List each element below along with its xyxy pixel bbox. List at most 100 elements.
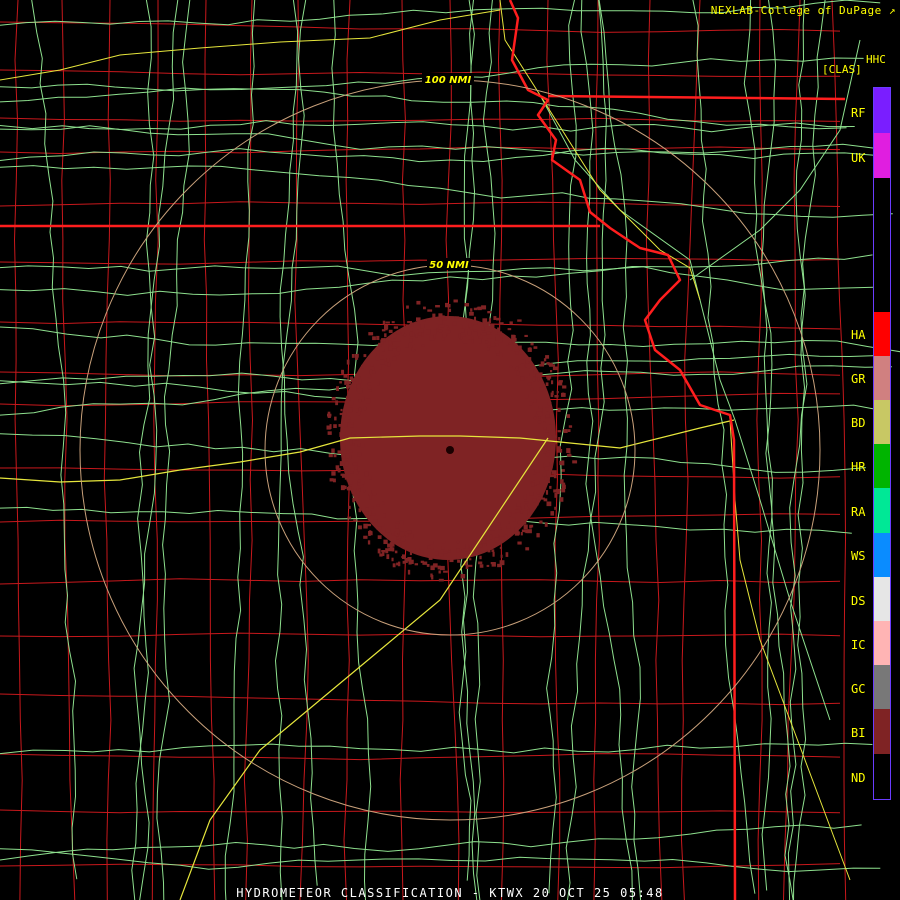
legend-swatch-ds [874,577,890,621]
echo-fragment [433,329,437,335]
echo-fragment [358,410,361,416]
echo-fragment [363,523,368,529]
echo-fragment [552,435,558,439]
echo-fragment [373,519,378,523]
echo-fragment [377,548,381,554]
echo-fragment [462,543,466,549]
echo-fragment [395,521,400,524]
echo-fragment [545,355,550,359]
echo-fragment [552,366,558,371]
echo-fragment [520,511,523,514]
echo-fragment [520,376,525,381]
echo-fragment [408,562,412,565]
echo-fragment [409,551,412,556]
echo-fragment [557,430,561,433]
echo-fragment [550,370,553,373]
echo-fragment [557,449,563,453]
echo-fragment [438,313,443,319]
echo-fragment [350,467,355,472]
echo-fragment [551,470,557,475]
echo-fragment [447,304,451,308]
echo-fragment [438,578,444,582]
echo-fragment [380,359,385,365]
echo-fragment [353,488,357,491]
echo-fragment [381,338,386,342]
echo-fragment [436,323,439,329]
echo-fragment [495,533,499,538]
echo-fragment [538,413,543,417]
echo-fragment [473,307,478,311]
echo-fragment [380,530,386,534]
echo-fragment [427,309,433,312]
echo-fragment [335,400,339,406]
echo-fragment [372,370,376,374]
echo-fragment [388,340,392,345]
echo-fragment [396,347,401,352]
echo-fragment [507,328,512,331]
echo-fragment [543,426,547,430]
echo-fragment [370,531,373,536]
echo-fragment [349,440,353,445]
echo-fragment [529,524,534,528]
echo-fragment [462,341,468,344]
echo-fragment [392,333,397,339]
echo-fragment [538,406,543,409]
echo-fragment [443,551,448,554]
echo-fragment [464,548,469,552]
echo-fragment [494,537,499,543]
echo-fragment [499,560,505,565]
echo-fragment [543,446,548,452]
echo-fragment [372,492,377,496]
echo-fragment [535,373,541,378]
echo-fragment [535,503,539,506]
echo-fragment [490,342,495,347]
echo-fragment [448,548,451,551]
legend-label-rf: RF [851,106,866,120]
legend-label-nd: ND [851,771,866,785]
radar-map[interactable]: 50 NMI 100 NMI [0,0,900,900]
echo-fragment [409,338,413,343]
echo-fragment [357,388,363,394]
echo-fragment [448,308,452,312]
echo-fragment [561,392,565,395]
echo-fragment [441,546,445,550]
echo-fragment [551,390,554,396]
echo-fragment [354,353,359,358]
echo-fragment [532,377,536,382]
echo-fragment [348,408,353,413]
echo-fragment [481,539,486,544]
echo-fragment [470,308,473,312]
echo-fragment [495,337,501,341]
echo-fragment [560,479,564,484]
echo-fragment [504,534,508,540]
echo-fragment [337,468,341,473]
legend-label-gc: GC [851,682,866,696]
echo-fragment [460,574,466,579]
echo-fragment [334,416,337,421]
echo-fragment [343,411,347,416]
echo-fragment [545,414,550,418]
echo-fragment [407,530,412,534]
echo-fragment [492,551,495,557]
echo-fragment [543,358,547,362]
echo-fragment [562,385,567,389]
echo-fragment [515,351,519,355]
echo-fragment [370,506,374,509]
echo-fragment [442,333,447,338]
echo-fragment [383,513,386,518]
echo-fragment [351,421,354,425]
echo-fragment [365,507,369,512]
echo-fragment [342,415,346,419]
echo-fragment [351,491,354,494]
echo-fragment [429,540,434,545]
echo-fragment [426,564,430,567]
echo-fragment [462,318,467,323]
echo-fragment [457,559,461,563]
echo-fragment [348,505,351,509]
echo-fragment [505,343,509,346]
echo-fragment [493,316,497,320]
echo-fragment [377,535,382,539]
echo-fragment [411,533,414,539]
echo-fragment [520,532,523,536]
echo-fragment [517,319,522,322]
